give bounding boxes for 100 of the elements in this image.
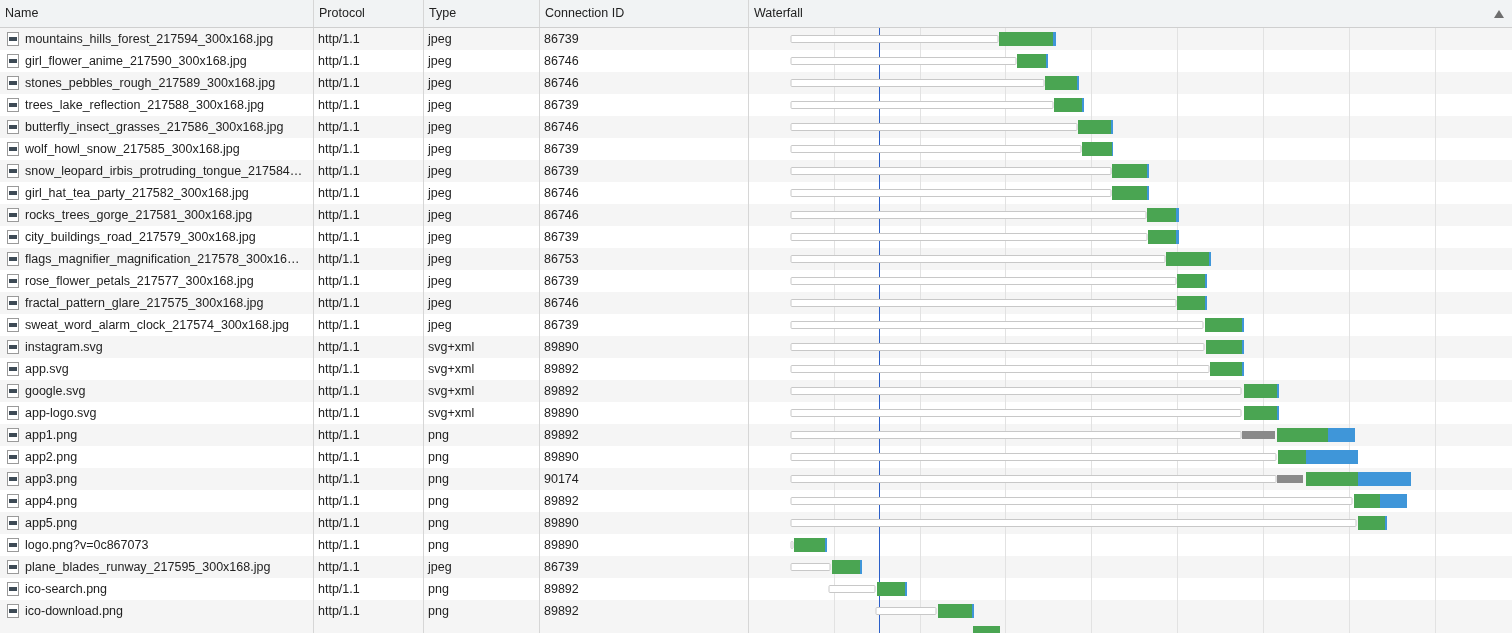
- file-name[interactable]: app2.png: [25, 447, 78, 467]
- image-thumbnail-icon: [7, 274, 19, 288]
- connection-id-cell-text: 86739: [544, 558, 579, 576]
- protocol-cell-text: http/1.1: [318, 162, 360, 180]
- image-thumbnail-icon: [7, 406, 19, 420]
- type-cell-text: jpeg: [428, 140, 452, 158]
- connection-id-cell-text: 89892: [544, 382, 579, 400]
- file-name[interactable]: snow_leopard_irbis_protruding_tongue_217584…: [25, 161, 303, 181]
- type-cell-text: png: [428, 492, 449, 510]
- file-name[interactable]: stones_pebbles_rough_217589_300x168.jpg: [25, 73, 276, 93]
- protocol-cell-text: http/1.1: [318, 514, 360, 532]
- file-name[interactable]: girl_hat_tea_party_217582_300x168.jpg: [25, 183, 249, 203]
- type-cell-text: jpeg: [428, 294, 452, 312]
- protocol-cell-text: http/1.1: [318, 602, 360, 620]
- protocol-cell-text: http/1.1: [318, 470, 360, 488]
- file-name[interactable]: sweat_word_alarm_clock_217574_300x168.jpg: [25, 315, 290, 335]
- file-name[interactable]: plane_blades_runway_217595_300x168.jpg: [25, 557, 271, 577]
- file-name[interactable]: google.svg: [25, 381, 86, 401]
- file-name[interactable]: trees_lake_reflection_217588_300x168.jpg: [25, 95, 265, 115]
- connection-id-cell-text: 89890: [544, 514, 579, 532]
- file-name[interactable]: app3.png: [25, 469, 78, 489]
- connection-id-cell-text: 89892: [544, 360, 579, 378]
- file-name[interactable]: app-logo.svg: [25, 403, 97, 423]
- image-thumbnail-icon: [7, 538, 19, 552]
- protocol-cell-text: http/1.1: [318, 272, 360, 290]
- timing-bar: [973, 626, 1000, 633]
- type-cell-text: svg+xml: [428, 360, 475, 378]
- connection-id-cell-text: 89890: [544, 338, 579, 356]
- type-cell-text: jpeg: [428, 272, 452, 290]
- protocol-cell-text: http/1.1: [318, 558, 360, 576]
- file-name[interactable]: logo.png?v=0c867073: [25, 535, 149, 555]
- connection-id-cell-text: 89890: [544, 536, 579, 554]
- file-name[interactable]: city_buildings_road_217579_300x168.jpg: [25, 227, 256, 247]
- file-name[interactable]: wolf_howl_snow_217585_300x168.jpg: [25, 139, 240, 159]
- image-thumbnail-icon: [7, 252, 19, 266]
- image-thumbnail-icon: [7, 604, 19, 618]
- type-cell-text: jpeg: [428, 74, 452, 92]
- image-thumbnail-icon: [7, 120, 19, 134]
- column-header[interactable]: Protocol: [319, 4, 365, 23]
- file-name[interactable]: butterfly_insect_grasses_217586_300x168.jpg: [25, 117, 284, 137]
- file-name[interactable]: app4.png: [25, 491, 78, 511]
- type-cell-text: jpeg: [428, 162, 452, 180]
- file-name[interactable]: app.svg: [25, 359, 69, 379]
- column-header[interactable]: Connection ID: [545, 4, 625, 23]
- connection-id-cell-text: 86739: [544, 316, 579, 334]
- column-header[interactable]: Name: [5, 4, 39, 23]
- connection-id-cell-text: 89890: [544, 404, 579, 422]
- protocol-cell-text: http/1.1: [318, 316, 360, 334]
- protocol-cell-text: http/1.1: [318, 404, 360, 422]
- column-header[interactable]: Type: [429, 4, 457, 23]
- sort-arrow-icon[interactable]: [1494, 9, 1504, 18]
- type-cell-text: jpeg: [428, 558, 452, 576]
- connection-id-cell-text: 89890: [544, 448, 579, 466]
- file-name[interactable]: fractal_pattern_glare_217575_300x168.jpg: [25, 293, 264, 313]
- connection-id-cell-text: 86739: [544, 228, 579, 246]
- protocol-cell-text: http/1.1: [318, 140, 360, 158]
- type-cell-text: jpeg: [428, 206, 452, 224]
- file-name[interactable]: rose_flower_petals_217577_300x168.jpg: [25, 271, 254, 291]
- connection-id-cell-text: 90174: [544, 470, 579, 488]
- connection-id-cell-text: 86746: [544, 206, 579, 224]
- protocol-cell-text: http/1.1: [318, 360, 360, 378]
- type-cell-text: jpeg: [428, 30, 452, 48]
- file-name[interactable]: rocks_trees_gorge_217581_300x168.jpg: [25, 205, 253, 225]
- protocol-cell-text: http/1.1: [318, 426, 360, 444]
- file-name[interactable]: girl_flower_anime_217590_300x168.jpg: [25, 51, 247, 71]
- file-name[interactable]: ico-download.png: [25, 601, 123, 621]
- protocol-cell-text: http/1.1: [318, 338, 360, 356]
- image-thumbnail-icon: [7, 450, 19, 464]
- file-name[interactable]: instagram.svg: [25, 337, 103, 357]
- type-cell-text: png: [428, 536, 449, 554]
- image-thumbnail-icon: [7, 384, 19, 398]
- image-thumbnail-icon: [7, 560, 19, 574]
- connection-id-cell-text: 86739: [544, 140, 579, 158]
- file-name[interactable]: mountains_hills_forest_217594_300x168.jpg: [25, 29, 274, 49]
- type-cell-text: png: [428, 580, 449, 598]
- column-header[interactable]: Waterfall: [754, 4, 803, 23]
- connection-id-cell-text: 86753: [544, 250, 579, 268]
- type-cell-text: svg+xml: [428, 404, 475, 422]
- image-thumbnail-icon: [7, 54, 19, 68]
- timing-bar-drawing: [790, 538, 827, 552]
- file-name[interactable]: ico-search.png: [25, 579, 107, 599]
- protocol-cell-text: http/1.1: [318, 74, 360, 92]
- image-thumbnail-icon: [7, 494, 19, 508]
- protocol-cell-text: http/1.1: [318, 96, 360, 114]
- file-name[interactable]: app1.png: [25, 425, 78, 445]
- connection-id-cell-text: 86739: [544, 96, 579, 114]
- type-cell-text: svg+xml: [428, 338, 475, 356]
- image-thumbnail-icon: [7, 186, 19, 200]
- type-cell-text: jpeg: [428, 118, 452, 136]
- connection-id-cell-text: 86746: [544, 74, 579, 92]
- image-thumbnail-icon: [7, 230, 19, 244]
- file-name[interactable]: app5.png: [25, 513, 78, 533]
- image-thumbnail-icon: [7, 516, 19, 530]
- protocol-cell-text: http/1.1: [318, 250, 360, 268]
- file-name[interactable]: flags_magnifier_magnification_217578_300x16…: [25, 249, 300, 269]
- protocol-cell-text: http/1.1: [318, 52, 360, 70]
- type-cell-text: png: [428, 514, 449, 532]
- protocol-cell-text: http/1.1: [318, 118, 360, 136]
- image-thumbnail-icon: [7, 340, 19, 354]
- connection-id-cell-text: 89892: [544, 492, 579, 510]
